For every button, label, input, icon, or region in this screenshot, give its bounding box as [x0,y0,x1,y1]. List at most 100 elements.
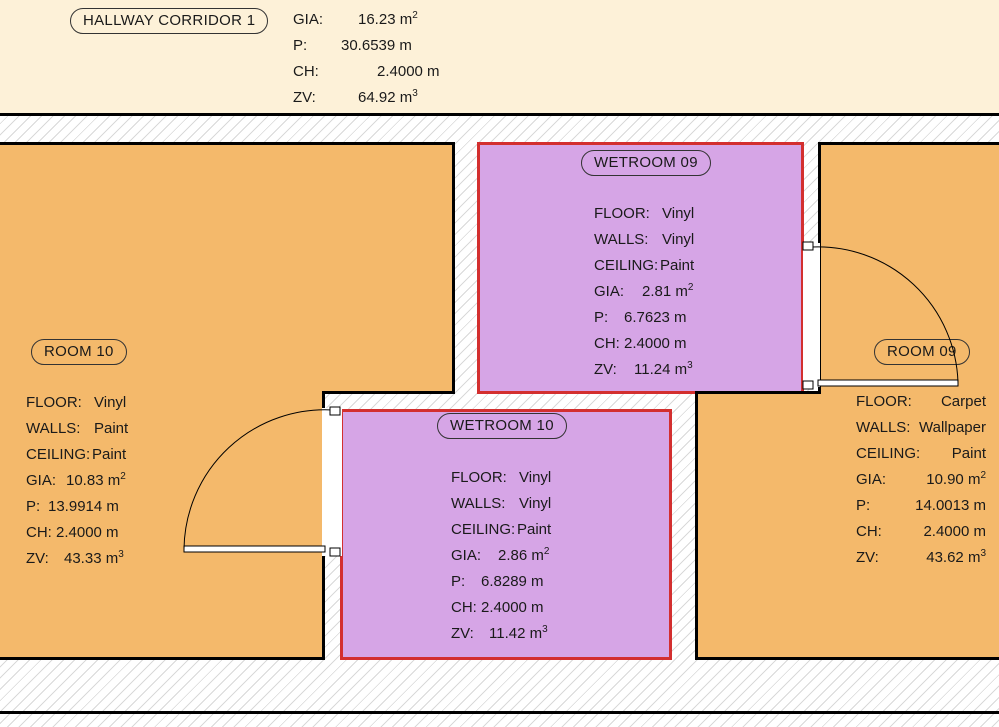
gia-label: GIA: [451,547,482,564]
walls-row: WALLS: Wallpaper [856,415,986,441]
room-tag-room-09[interactable]: ROOM 09 [874,339,970,365]
perimeter-row: P: 6.8289 m [451,569,561,595]
volume-label: ZV: [26,550,49,567]
room-09-wall-step [695,391,821,394]
perimeter-label: P: [594,309,609,326]
volume-row: ZV: 11.42 m3 [451,621,561,647]
ceiling-height-label: CH: [293,63,319,80]
ceiling-row: CEILING: Paint [26,442,136,468]
floor-row: FLOOR: Vinyl [26,390,136,416]
floor-row: FLOOR: Vinyl [451,465,561,491]
perimeter-row: P: 6.7623 m [594,305,704,331]
gia-value: 2.86 m2 [498,546,550,565]
gia-value: 2.81 m2 [642,282,694,301]
perimeter-label: P: [293,37,308,54]
ceiling-value: Paint [517,521,552,538]
floor-row: FLOOR: Carpet [856,389,986,415]
gia-value: 10.83 m2 [66,471,126,490]
ceiling-height-row: CH: 2.4000 m [293,59,440,85]
perimeter-label: P: [856,497,871,514]
walls-label: WALLS: [26,420,81,437]
ceiling-height-value: 2.4000 m [56,524,119,541]
floor-label: FLOOR: [856,393,912,410]
perimeter-row: P: 14.0013 m [856,493,986,519]
walls-label: WALLS: [856,419,911,436]
room-name: HALLWAY CORRIDOR 1 [83,12,256,29]
walls-value: Vinyl [662,231,695,248]
walls-value: Paint [94,420,129,437]
ceiling-row: CEILING: Paint [451,517,561,543]
walls-label: WALLS: [594,231,649,248]
bottom-wall [0,711,999,714]
ceiling-label: CEILING: [451,521,516,538]
room-name: ROOM 09 [887,343,957,360]
volume-label: ZV: [594,361,617,378]
room-name: WETROOM 10 [450,417,554,434]
ceiling-value: Paint [92,446,127,463]
volume-label: ZV: [856,549,879,566]
floor-value: Vinyl [519,469,552,486]
room-tag-hallway-corridor-1[interactable]: HALLWAY CORRIDOR 1 [70,8,269,34]
ceiling-label: CEILING: [594,257,659,274]
hallway-corridor-1-info: GIA: 16.23 m2 P: 30.6539 m CH: 2.4000 m ZV:… [293,7,440,111]
walls-value: Wallpaper [919,419,986,436]
perimeter-value: 6.8289 m [481,573,544,590]
volume-label: ZV: [451,625,474,642]
room-name: WETROOM 09 [594,154,698,171]
wetroom-09-info: FLOOR: Vinyl WALLS: Vinyl CEILING: Paint GI… [594,201,704,383]
gia-row: GIA: 2.86 m2 [451,543,561,569]
gia-row: GIA: 2.81 m2 [594,279,704,305]
floor-value: Vinyl [662,205,695,222]
floor-row: FLOOR: Vinyl [594,201,704,227]
volume-value: 64.92 m3 [358,88,418,107]
volume-value: 11.24 m3 [634,360,693,379]
floor-label: FLOOR: [451,469,507,486]
ceiling-value: Paint [951,445,986,462]
ceiling-row: CEILING: Paint [856,441,986,467]
ceiling-height-label: CH: [594,335,620,352]
volume-row: ZV: 11.24 m3 [594,357,704,383]
ceiling-row: CEILING: Paint [594,253,704,279]
ceiling-height-value: 2.4000 m [624,335,687,352]
ceiling-height-value: 2.4000 m [481,599,544,616]
walls-row: WALLS: Vinyl [451,491,561,517]
volume-row: ZV: 43.33 m3 [26,546,136,572]
volume-value: 43.33 m3 [64,549,124,568]
ceiling-label: CEILING: [26,446,91,463]
ceiling-height-row: CH: 2.4000 m [856,519,986,545]
gia-value: 10.90 m2 [926,470,986,489]
gia-value: 16.23 m2 [358,10,418,29]
walls-row: WALLS: Paint [26,416,136,442]
room-tag-wetroom-10[interactable]: WETROOM 10 [437,413,567,439]
volume-value: 11.42 m3 [489,624,548,643]
perimeter-row: P: 13.9914 m [26,494,136,520]
ceiling-height-value: 2.4000 m [377,63,440,80]
walls-label: WALLS: [451,495,506,512]
perimeter-value: 13.9914 m [48,498,119,515]
volume-row: ZV: 64.92 m3 [293,85,433,111]
floor-label: FLOOR: [594,205,650,222]
gia-row: GIA: 10.83 m2 [26,468,136,494]
ceiling-height-row: CH: 2.4000 m [451,595,561,621]
gia-label: GIA: [594,283,625,300]
ceiling-height-label: CH: [26,524,52,541]
floor-label: FLOOR: [26,394,82,411]
room-tag-room-10[interactable]: ROOM 10 [31,339,127,365]
door-opening-room-10 [322,408,342,556]
gia-row: GIA: 16.23 m2 [293,7,433,33]
perimeter-label: P: [26,498,41,515]
room-tag-wetroom-09[interactable]: WETROOM 09 [581,150,711,176]
floor-value: Carpet [940,393,986,410]
walls-value: Vinyl [519,495,552,512]
volume-label: ZV: [293,89,316,106]
room-10-wall-step [322,391,455,394]
ceiling-height-label: CH: [451,599,477,616]
perimeter-value: 14.0013 m [915,497,986,514]
perimeter-label: P: [451,573,466,590]
wetroom-10-info: FLOOR: Vinyl WALLS: Vinyl CEILING: Paint GI… [451,465,561,647]
floor-value: Vinyl [94,394,127,411]
volume-row: ZV: 43.62 m3 [856,545,986,571]
ceiling-height-label: CH: [856,523,882,540]
room-name: ROOM 10 [44,343,114,360]
gia-row: GIA: 10.90 m2 [856,467,986,493]
